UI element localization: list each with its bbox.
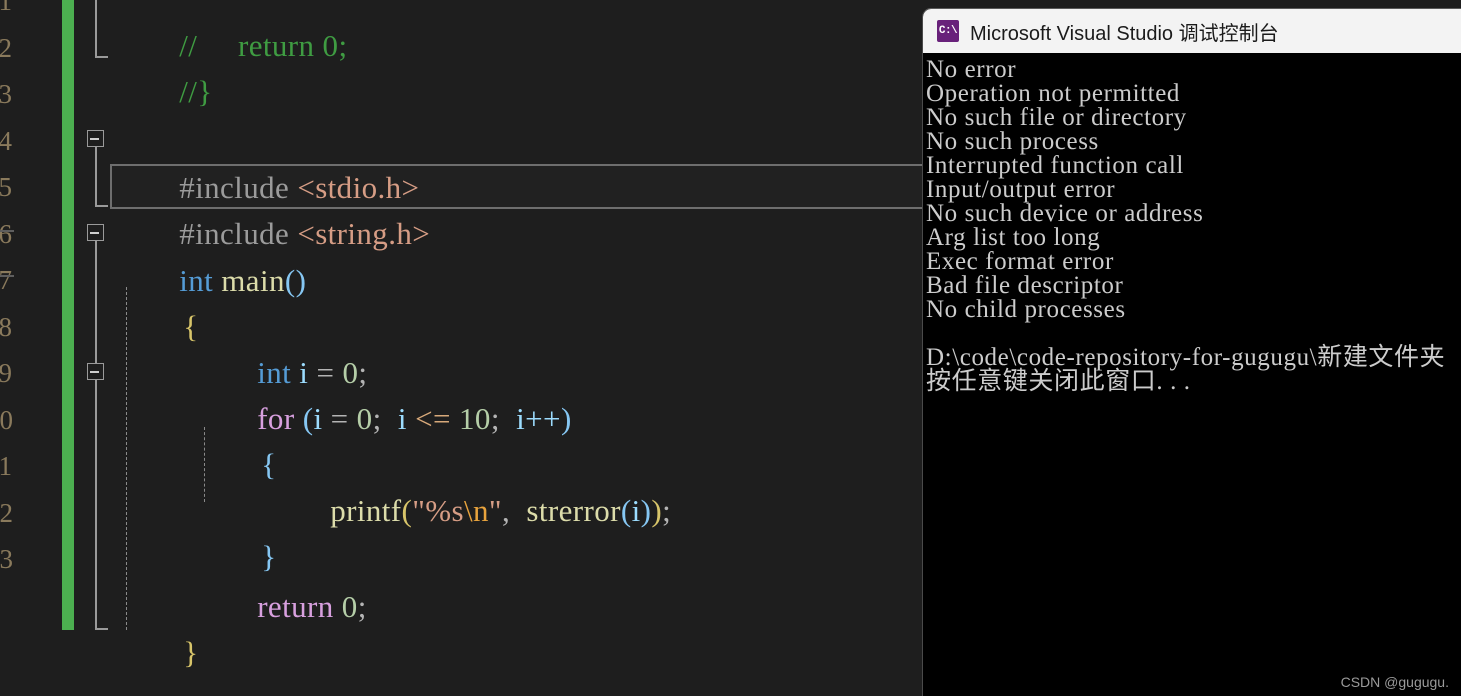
screenshot-root: 1 2 3 4 5 6 7 8 9 10 11 12 13 [0, 0, 1461, 696]
console-output-line: No such process [926, 128, 1099, 155]
console-output-line: No such file or directory [926, 104, 1187, 131]
code-line: int main() [114, 211, 306, 298]
operator-token: ++ [525, 400, 561, 436]
code-line: } [118, 583, 198, 670]
code-line: { [196, 395, 276, 482]
operator-token: <= [415, 400, 451, 436]
identifier-token: i [516, 400, 526, 436]
code-line: #include <string.h> [114, 164, 430, 251]
paren-token: ( [401, 492, 413, 528]
debug-console-window[interactable]: C:\ Microsoft Visual Studio 调试控制台 No err… [922, 8, 1461, 696]
function-name-token: main [221, 262, 285, 298]
console-output-line: No child processes [926, 296, 1126, 323]
paren-token: ) [295, 262, 307, 298]
string-token: " [488, 492, 502, 528]
semicolon-token: ; [662, 492, 672, 528]
semicolon-token: ; [357, 588, 367, 624]
code-line: return 0; [192, 537, 367, 624]
semicolon-token: ; [372, 400, 382, 436]
code-line: } [196, 487, 276, 574]
console-output-line: Arg list too long [926, 224, 1101, 251]
console-output-line: No error [926, 56, 1017, 83]
function-name-token: printf [330, 492, 402, 528]
csdn-watermark: CSDN @gugugu. [1340, 674, 1449, 690]
identifier-token: i [631, 492, 641, 528]
function-name-token: strerror [526, 492, 621, 528]
string-token: "%s [412, 492, 464, 528]
code-line: { [118, 257, 198, 344]
escape-sequence-token: \n [463, 492, 489, 528]
comma-token: , [501, 492, 511, 528]
number-token: 10 [459, 400, 491, 436]
include-path-token: <string.h> [297, 215, 431, 251]
console-path-line: D:\code\code-repository-for-gugugu\新建文件夹 [926, 344, 1446, 371]
paren-token: ( [284, 262, 296, 298]
console-output-line: Interrupted function call [926, 152, 1184, 179]
code-line: printf("%s\n", strerror(i)); [265, 441, 671, 528]
console-title-label: Microsoft Visual Studio 调试控制台 [970, 22, 1279, 45]
code-text-layer: // return 0; //} #include <stdio.h> #inc… [0, 0, 922, 696]
paren-token: ( [620, 492, 632, 528]
keyword-token: return [257, 588, 334, 624]
paren-token: ) [560, 400, 572, 436]
identifier-token: i [397, 400, 407, 436]
semicolon-token: ; [490, 400, 500, 436]
console-output-line: No such device or address [926, 200, 1204, 227]
paren-token: ) [640, 492, 652, 528]
console-title-bar[interactable]: C:\ Microsoft Visual Studio 调试控制台 [923, 9, 1461, 53]
code-line: //} [114, 22, 213, 109]
code-line: int i = 0; [192, 303, 367, 390]
console-output-line: Bad file descriptor [926, 272, 1124, 299]
console-output-line: Operation not permitted [926, 80, 1181, 107]
number-token: 0 [341, 588, 358, 624]
operator-token: = [330, 400, 349, 436]
code-line: for (i = 0; i <= 10; i++) [192, 349, 572, 436]
comment-token: //} [179, 73, 213, 109]
code-line: #include <stdio.h> [114, 118, 419, 205]
paren-token: ( [302, 400, 314, 436]
paren-token: ) [651, 492, 663, 528]
console-output-line: Input/output error [926, 176, 1116, 203]
console-prompt-line: 按任意键关闭此窗口. . . [926, 368, 1191, 395]
number-token: 0 [356, 400, 373, 436]
console-output-line: Exec format error [926, 248, 1114, 275]
console-cmd-icon: C:\ [937, 20, 959, 42]
console-output-area[interactable]: No error Operation not permitted No such… [923, 53, 1461, 696]
code-line: // return 0; [114, 0, 347, 63]
console-icon-glyph: C:\ [938, 24, 958, 37]
code-editor[interactable]: 1 2 3 4 5 6 7 8 9 10 11 12 13 [0, 0, 922, 696]
brace-token: } [183, 634, 199, 670]
